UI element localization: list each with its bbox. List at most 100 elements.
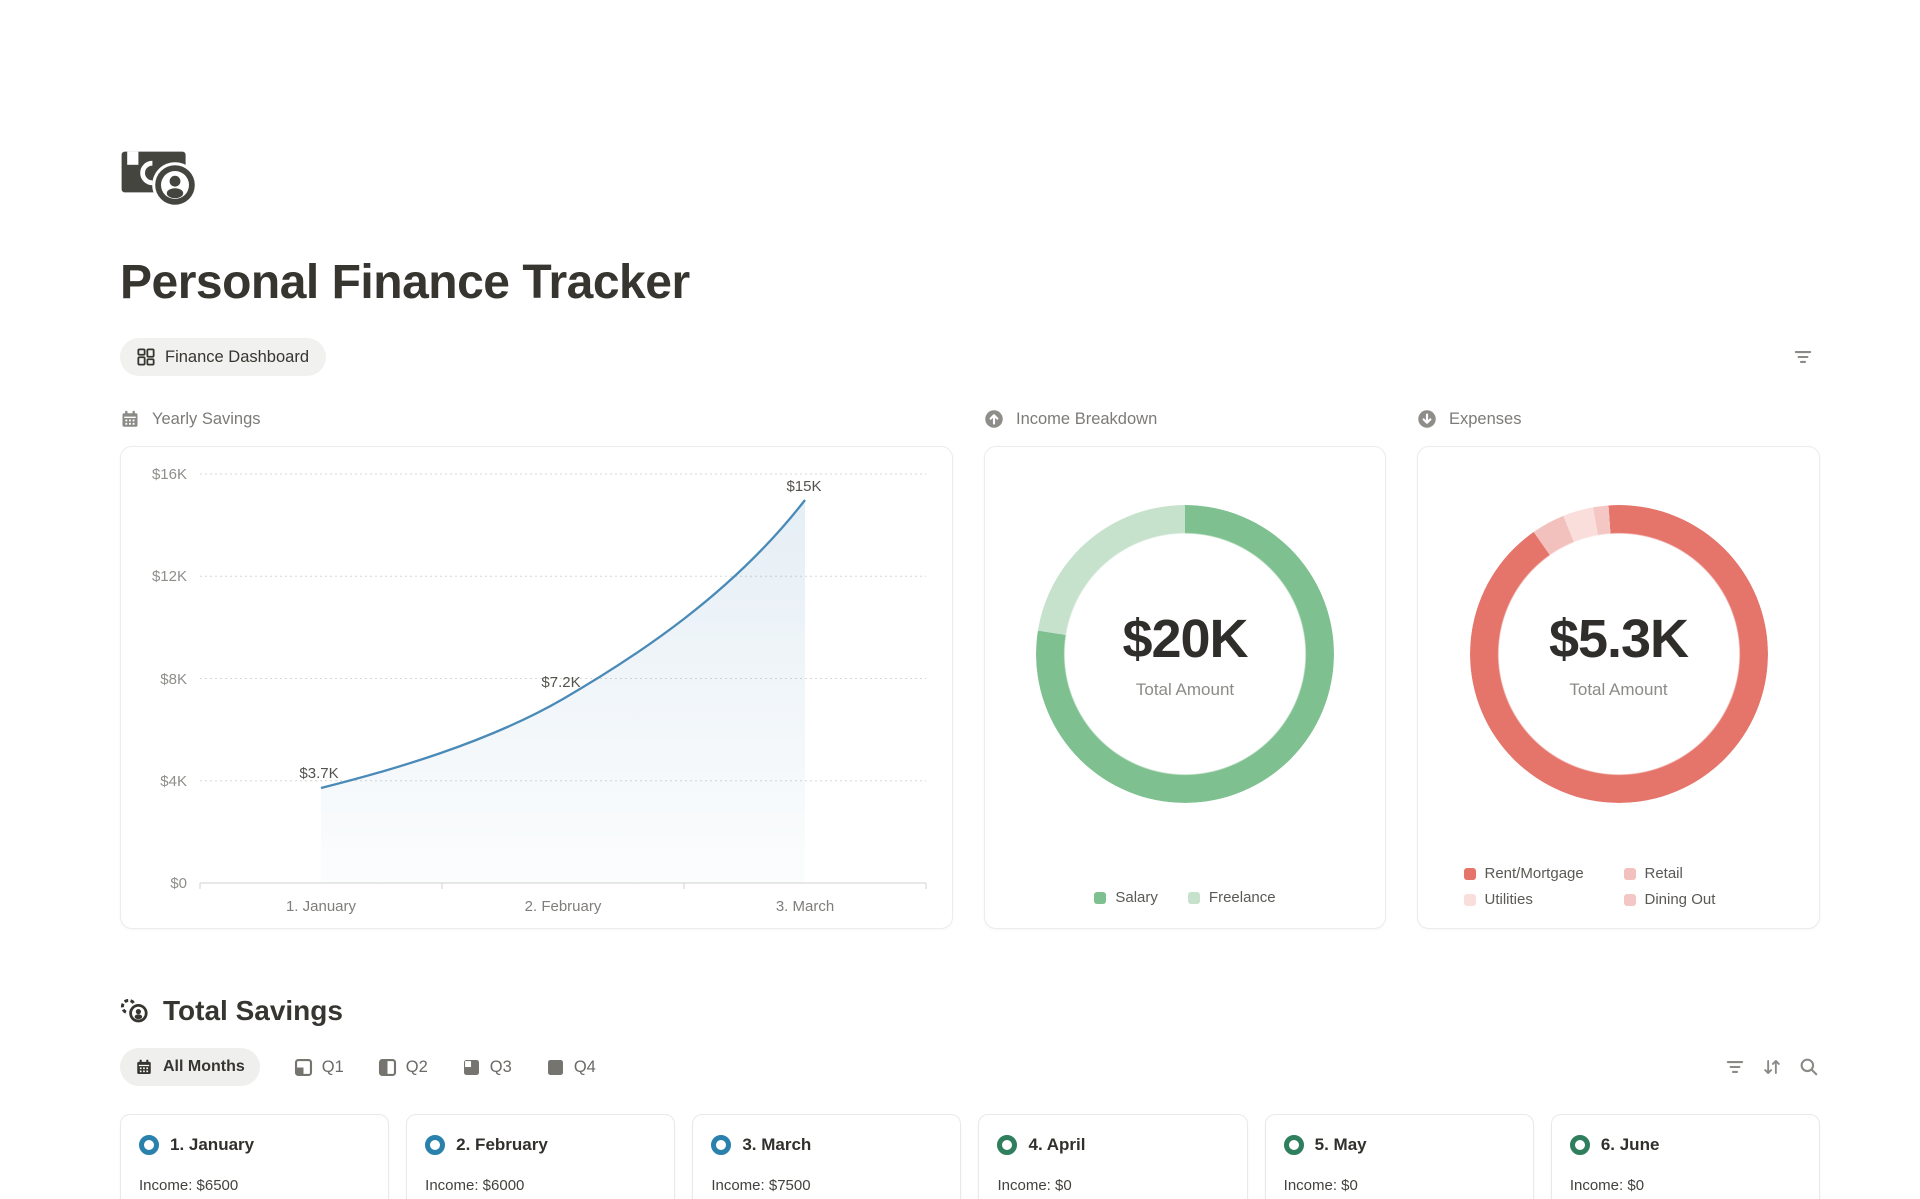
money-coin-page-icon — [120, 140, 202, 210]
filter-q3[interactable]: Q3 — [462, 1058, 512, 1077]
month-ring-icon — [711, 1135, 731, 1155]
month-income: Income: $6000 — [425, 1177, 656, 1194]
filter-label: Q4 — [574, 1058, 596, 1077]
search-icon[interactable] — [1798, 1056, 1820, 1078]
legend-item-utilities: Utilities — [1464, 891, 1624, 908]
legend-swatch-rent — [1464, 868, 1476, 880]
month-ring-icon — [425, 1135, 445, 1155]
income-legend: Salary Freelance — [985, 889, 1385, 906]
chart-cards-row: $16K $12K $8K $4K $0 1. January 2. Febru… — [120, 446, 1820, 929]
coins-icon — [120, 998, 150, 1024]
month-income: Income: $0 — [1570, 1177, 1801, 1194]
chart-titles-row: Yearly Savings Income Breakdown Expenses — [120, 409, 1820, 429]
month-card-april[interactable]: 4. April Income: $0 — [978, 1114, 1247, 1199]
income-donut-chart: $20K Total Amount — [1036, 505, 1334, 803]
toolbar-icons — [1724, 1056, 1820, 1078]
legend-swatch-dining — [1624, 894, 1636, 906]
total-savings-title: Total Savings — [163, 995, 343, 1027]
month-name: 2. February — [456, 1135, 548, 1155]
legend-swatch-freelance — [1188, 892, 1200, 904]
yearly-savings-line-chart: $16K $12K $8K $4K $0 1. January 2. Febru… — [121, 447, 952, 928]
x-tick: 2. February — [525, 898, 602, 915]
quarter-2-icon — [378, 1058, 397, 1077]
yearly-savings-chart-card: $16K $12K $8K $4K $0 1. January 2. Febru… — [120, 446, 953, 929]
line-chart-area — [321, 500, 805, 883]
filter-icon[interactable] — [1724, 1056, 1746, 1078]
quarter-3-icon — [462, 1058, 481, 1077]
quarter-4-icon — [546, 1058, 565, 1077]
point-label: $7.2K — [541, 674, 580, 691]
month-card-title: 1. January — [139, 1135, 370, 1155]
month-card-february[interactable]: 2. February Income: $6000 — [406, 1114, 675, 1199]
y-tick: $0 — [170, 875, 187, 892]
page-content: Personal Finance Tracker Finance Dashboa… — [120, 0, 1820, 1199]
legend-swatch-retail — [1624, 868, 1636, 880]
section-title-label: Yearly Savings — [152, 410, 261, 429]
y-tick: $16K — [152, 466, 187, 483]
expenses-chart-card: $5.3K Total Amount Rent/Mortgage Retail … — [1417, 446, 1820, 929]
arrow-down-circle-icon — [1417, 409, 1437, 429]
month-filters: All Months Q1 Q2 — [120, 1048, 596, 1086]
month-card-title: 5. May — [1284, 1135, 1515, 1155]
month-card-title: 2. February — [425, 1135, 656, 1155]
section-title-expenses: Expenses — [1417, 409, 1820, 429]
legend-label: Utilities — [1485, 891, 1533, 908]
month-card-january[interactable]: 1. January Income: $6500 — [120, 1114, 389, 1199]
x-tick: 1. January — [286, 898, 357, 915]
expenses-legend: Rent/Mortgage Retail Utilities Dining Ou… — [1464, 865, 1774, 908]
legend-item-dining: Dining Out — [1624, 891, 1774, 908]
expenses-donut-ring — [1470, 505, 1768, 803]
month-ring-icon — [997, 1135, 1017, 1155]
month-name: 4. April — [1028, 1135, 1085, 1155]
x-tick: 3. March — [776, 898, 834, 915]
filter-label: Q2 — [406, 1058, 428, 1077]
month-income: Income: $0 — [997, 1177, 1228, 1194]
section-title-yearly-savings: Yearly Savings — [120, 409, 953, 429]
month-income: Income: $6500 — [139, 1177, 370, 1194]
month-ring-icon — [1284, 1135, 1304, 1155]
legend-label: Salary — [1115, 889, 1158, 906]
filter-icon[interactable] — [1792, 346, 1814, 368]
month-card-title: 4. April — [997, 1135, 1228, 1155]
month-card-title: 3. March — [711, 1135, 942, 1155]
month-card-june[interactable]: 6. June Income: $0 — [1551, 1114, 1820, 1199]
page-title: Personal Finance Tracker — [120, 255, 1820, 310]
section-title-label: Expenses — [1449, 410, 1521, 429]
y-tick: $8K — [160, 671, 187, 688]
month-income: Income: $7500 — [711, 1177, 942, 1194]
month-card-march[interactable]: 3. March Income: $7500 — [692, 1114, 961, 1199]
filter-all-months[interactable]: All Months — [120, 1048, 260, 1086]
month-cards-row: 1. January Income: $6500 2. February Inc… — [120, 1114, 1820, 1199]
calendar-icon — [120, 409, 140, 429]
month-name: 1. January — [170, 1135, 254, 1155]
month-name: 6. June — [1601, 1135, 1660, 1155]
month-name: 5. May — [1315, 1135, 1367, 1155]
month-ring-icon — [139, 1135, 159, 1155]
filter-label: Q1 — [322, 1058, 344, 1077]
expenses-donut-chart: $5.3K Total Amount — [1470, 505, 1768, 803]
legend-label: Dining Out — [1645, 891, 1716, 908]
total-savings-heading: Total Savings — [120, 995, 1820, 1027]
tab-finance-dashboard[interactable]: Finance Dashboard — [120, 338, 326, 376]
legend-swatch-utilities — [1464, 894, 1476, 906]
tab-label: Finance Dashboard — [165, 348, 309, 367]
month-card-title: 6. June — [1570, 1135, 1801, 1155]
filter-q1[interactable]: Q1 — [294, 1058, 344, 1077]
filter-q4[interactable]: Q4 — [546, 1058, 596, 1077]
month-income: Income: $0 — [1284, 1177, 1515, 1194]
month-card-may[interactable]: 5. May Income: $0 — [1265, 1114, 1534, 1199]
quarter-1-icon — [294, 1058, 313, 1077]
legend-item-salary: Salary — [1094, 889, 1158, 906]
y-tick: $4K — [160, 773, 187, 790]
sort-icon[interactable] — [1761, 1056, 1783, 1078]
arrow-up-circle-icon — [984, 409, 1004, 429]
calendar-icon — [135, 1058, 153, 1076]
point-label: $15K — [786, 478, 821, 495]
view-tabs-row: Finance Dashboard — [120, 338, 1820, 376]
legend-label: Freelance — [1209, 889, 1276, 906]
legend-swatch-salary — [1094, 892, 1106, 904]
filter-q2[interactable]: Q2 — [378, 1058, 428, 1077]
month-name: 3. March — [742, 1135, 811, 1155]
dashboard-grid-icon — [137, 348, 155, 366]
section-title-label: Income Breakdown — [1016, 410, 1157, 429]
